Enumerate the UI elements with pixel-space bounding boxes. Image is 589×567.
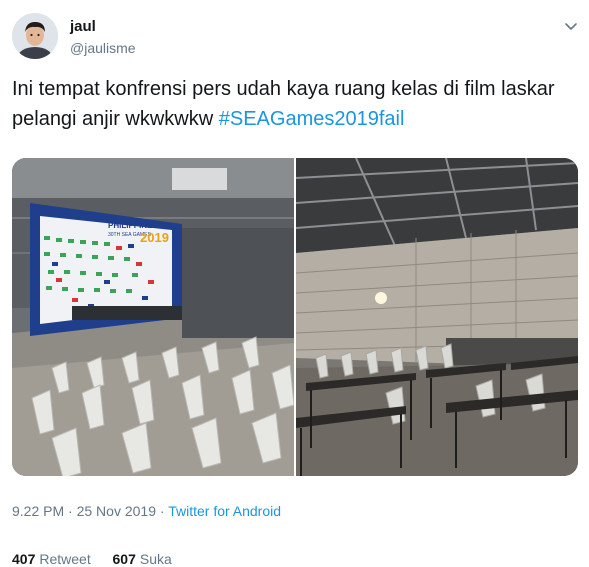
likes-count: 607 [112, 551, 136, 567]
meta-separator: · [159, 503, 165, 519]
likes-stat[interactable]: 607 Suka [113, 551, 172, 567]
likes-label: Suka [139, 551, 172, 567]
tweet-timestamp[interactable]: 9.22 PM · 25 Nov 2019 · Twitter for Andr… [12, 503, 281, 519]
photo-press-room-banner[interactable]: PHILIPPINES 30TH SEA GAMES 2019 [12, 158, 294, 476]
retweets-stat[interactable]: 407 Retweet [12, 551, 91, 567]
tweet-stats: 407 Retweet 607 Suka [12, 551, 172, 567]
tweet-date: 25 Nov 2019 [76, 503, 156, 519]
tweet-source-link[interactable]: Twitter for Android [168, 503, 281, 519]
display-name[interactable]: jaul [70, 18, 96, 35]
banner-text-country: PHILIPPINES [108, 221, 158, 230]
photo-right-image [296, 158, 578, 476]
hashtag-link[interactable]: #SEAGames2019fail [219, 108, 405, 130]
chevron-down-icon[interactable] [563, 18, 579, 34]
retweets-count: 407 [12, 551, 36, 567]
user-handle[interactable]: @jaulisme [70, 40, 136, 56]
tweet-time: 9.22 PM [12, 503, 65, 519]
avatar-image [12, 13, 58, 59]
meta-separator: · [68, 503, 73, 519]
banner-text-year: 2019 [140, 230, 169, 245]
photo-room-tables[interactable] [296, 158, 578, 476]
retweets-label: Retweet [39, 551, 91, 567]
avatar[interactable] [12, 13, 58, 59]
media-grid: PHILIPPINES 30TH SEA GAMES 2019 [12, 158, 578, 476]
photo-left-image: PHILIPPINES 30TH SEA GAMES 2019 [12, 158, 294, 476]
tweet-card: jaul @jaulisme Ini tempat konfrensi pers… [0, 0, 589, 567]
tweet-text: Ini tempat konfrensi pers udah kaya ruan… [12, 74, 582, 134]
